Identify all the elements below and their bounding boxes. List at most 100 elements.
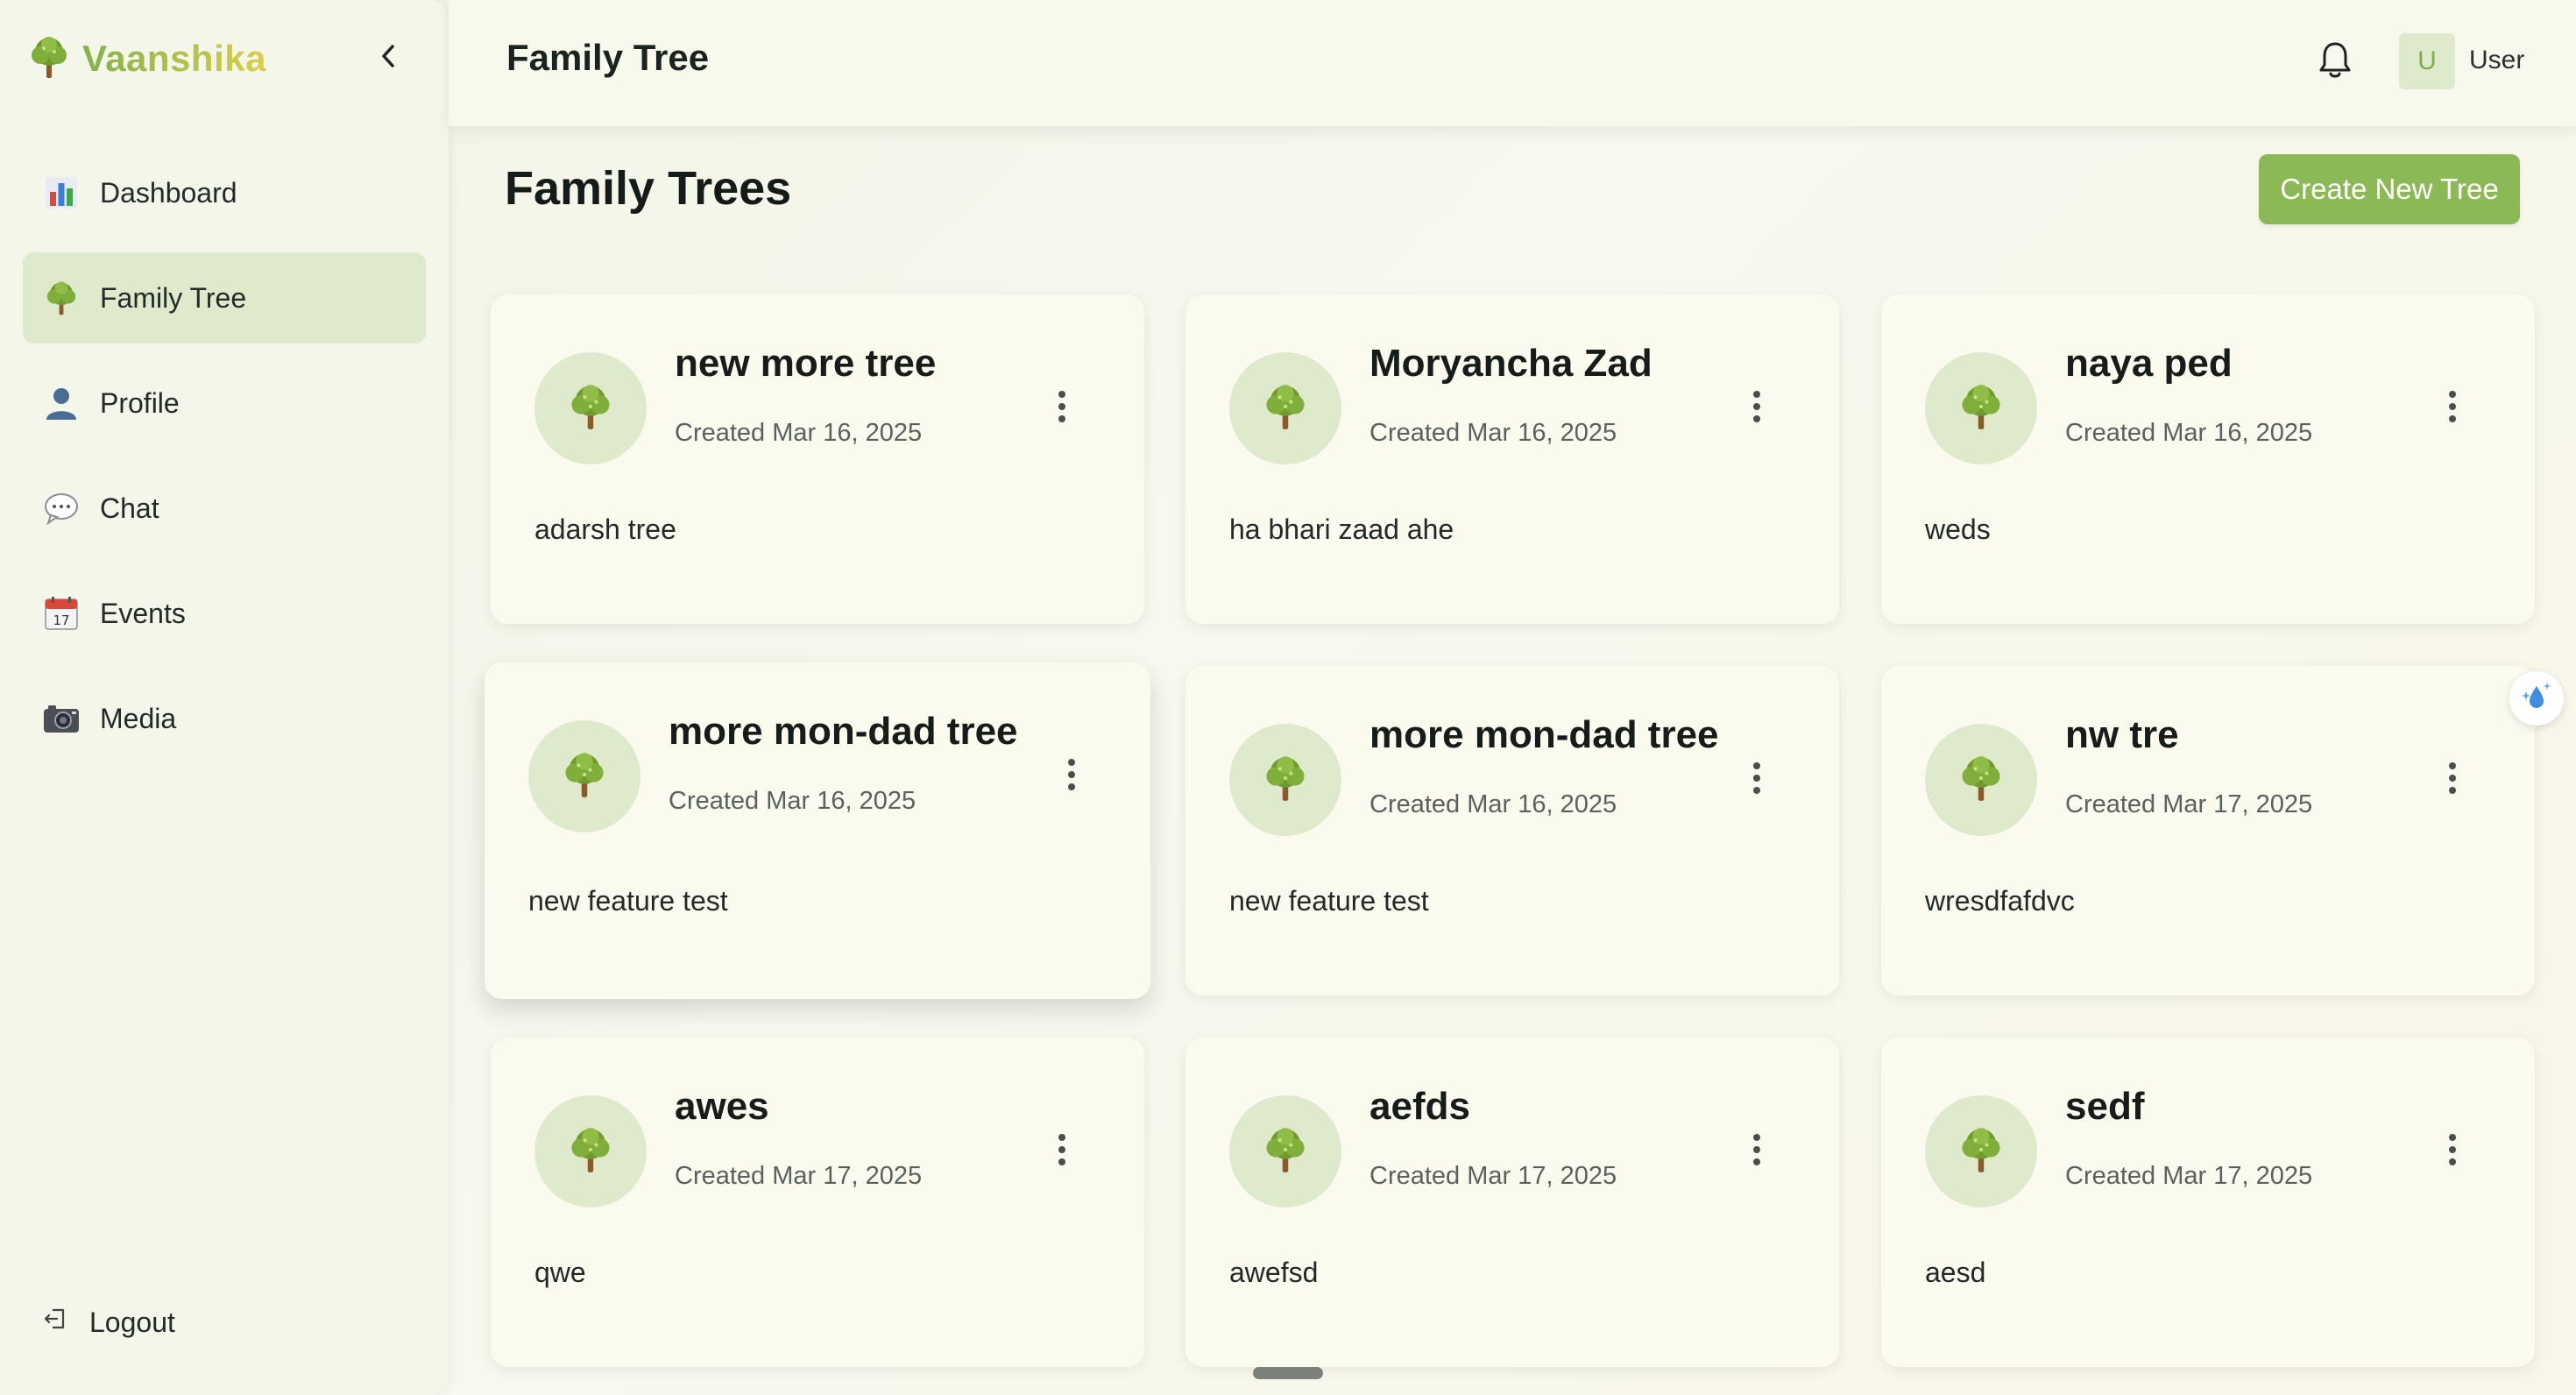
sidebar: Vaanshika Dashboard Family Tree Profile … (0, 0, 449, 1395)
tree-name: aefds (1369, 1085, 1470, 1128)
sidebar-item-label: Family Tree (100, 281, 247, 314)
tree-avatar (1229, 352, 1341, 464)
tree-name: new more tree (675, 342, 937, 385)
kebab-menu-icon (1752, 1132, 1762, 1172)
tree-name: more mon-dad tree (1369, 713, 1719, 756)
bar-chart-icon (42, 173, 81, 212)
tree-description: wresdfafdvc (1925, 885, 2075, 917)
more-options-button[interactable] (1051, 384, 1072, 433)
sidebar-item-label: Events (100, 597, 186, 629)
tree-card[interactable]: new more tree Created Mar 16, 2025 adars… (491, 294, 1144, 624)
tree-icon (568, 382, 613, 435)
tree-name: naya ped (2065, 342, 2233, 385)
tree-description: adarsh tree (534, 513, 676, 545)
sidebar-item-chat[interactable]: Chat (23, 463, 426, 554)
tree-created-date: Created Mar 17, 2025 (675, 1162, 923, 1190)
tree-icon (1263, 1125, 1308, 1179)
tree-description: ha bhari zaad ahe (1229, 513, 1454, 545)
tree-icon (1958, 1125, 2004, 1179)
create-new-tree-button[interactable]: Create New Tree (2259, 154, 2520, 224)
kebab-menu-icon (1057, 1132, 1067, 1172)
scrollbar-handle[interactable] (1253, 1367, 1323, 1379)
tree-description: qwe (534, 1257, 586, 1288)
more-options-button[interactable] (2442, 755, 2463, 804)
sidebar-item-dashboard[interactable]: Dashboard (23, 147, 426, 238)
tree-logo-icon (28, 34, 70, 84)
tree-card[interactable]: naya ped Created Mar 16, 2025 weds (1881, 294, 2535, 624)
sidebar-item-family-tree[interactable]: Family Tree (23, 252, 426, 343)
sidebar-item-label: Dashboard (100, 176, 237, 209)
user-name[interactable]: User (2469, 46, 2524, 75)
brand-logo[interactable]: Vaanshika (28, 33, 266, 84)
tree-avatar (1925, 352, 2037, 464)
kebab-menu-icon (2447, 1132, 2458, 1172)
brand-name: Vaanshika (82, 38, 266, 79)
camera-icon (42, 699, 81, 738)
sparkle-drop-icon (2519, 679, 2554, 719)
sidebar-item-media[interactable]: Media (23, 673, 426, 764)
sidebar-item-profile[interactable]: Profile (23, 358, 426, 449)
kebab-menu-icon (1066, 757, 1077, 797)
tree-description: awefsd (1229, 1257, 1319, 1288)
tree-card[interactable]: sedf Created Mar 17, 2025 aesd (1881, 1037, 2535, 1367)
tree-created-date: Created Mar 16, 2025 (2065, 419, 2313, 447)
notifications-button[interactable] (2313, 39, 2357, 86)
tree-name: sedf (2065, 1085, 2145, 1128)
section-heading: Family Trees (505, 162, 792, 215)
bell-icon (2318, 40, 2353, 85)
tree-created-date: Created Mar 16, 2025 (1369, 790, 1617, 818)
tree-card[interactable]: Moryancha Zad Created Mar 16, 2025 ha bh… (1185, 294, 1839, 624)
tree-created-date: Created Mar 17, 2025 (1369, 1162, 1617, 1190)
tree-avatar (1925, 1095, 2037, 1207)
more-options-button[interactable] (1746, 755, 1767, 804)
tree-name: awes (675, 1085, 769, 1128)
tree-name: Moryancha Zad (1369, 342, 1652, 385)
tree-avatar (534, 1095, 647, 1207)
kebab-menu-icon (2447, 389, 2458, 428)
logout-button[interactable]: Logout (42, 1293, 175, 1351)
tree-created-date: Created Mar 17, 2025 (2065, 790, 2313, 818)
tree-avatar (1925, 724, 2037, 836)
tree-icon (562, 750, 607, 804)
logout-icon (42, 1306, 68, 1339)
kebab-menu-icon (1057, 389, 1067, 428)
tree-created-date: Created Mar 16, 2025 (669, 787, 916, 815)
tree-description: new feature test (1229, 885, 1429, 917)
sidebar-item-label: Chat (100, 492, 159, 524)
sidebar-item-events[interactable]: 17 Events (23, 568, 426, 659)
speech-bubble-icon (42, 489, 81, 528)
tree-description: aesd (1925, 1257, 1986, 1288)
svg-text:17: 17 (53, 613, 69, 628)
kebab-menu-icon (1752, 761, 1762, 800)
tree-avatar (534, 352, 647, 464)
tree-avatar (1229, 1095, 1341, 1207)
more-options-button[interactable] (2442, 384, 2463, 433)
kebab-menu-icon (2447, 761, 2458, 800)
tree-card[interactable]: more mon-dad tree Created Mar 16, 2025 n… (485, 662, 1150, 999)
more-options-button[interactable] (1051, 1127, 1072, 1176)
tree-icon (1958, 382, 2004, 435)
tree-card[interactable]: nw tre Created Mar 17, 2025 wresdfafdvc (1881, 666, 2535, 995)
tree-icon (568, 1125, 613, 1179)
assistant-button[interactable] (2509, 671, 2564, 726)
page-title: Family Tree (506, 37, 710, 78)
tree-description: new feature test (528, 885, 728, 917)
avatar[interactable]: U (2399, 33, 2455, 89)
more-options-button[interactable] (1746, 384, 1767, 433)
tree-icon (42, 279, 81, 317)
tree-card[interactable]: more mon-dad tree Created Mar 16, 2025 n… (1185, 666, 1839, 995)
more-options-button[interactable] (1061, 752, 1082, 801)
sidebar-item-label: Media (100, 702, 177, 734)
more-options-button[interactable] (2442, 1127, 2463, 1176)
tree-created-date: Created Mar 17, 2025 (2065, 1162, 2313, 1190)
sidebar-nav: Dashboard Family Tree Profile Chat 17 Ev… (23, 147, 426, 778)
tree-avatar (528, 720, 640, 832)
collapse-sidebar-button[interactable] (372, 39, 405, 77)
tree-icon (1263, 754, 1308, 807)
tree-card[interactable]: awes Created Mar 17, 2025 qwe (491, 1037, 1144, 1367)
tree-card[interactable]: aefds Created Mar 17, 2025 awefsd (1185, 1037, 1839, 1367)
tree-created-date: Created Mar 16, 2025 (1369, 419, 1617, 447)
tree-description: weds (1925, 513, 1991, 545)
tree-avatar (1229, 724, 1341, 836)
more-options-button[interactable] (1746, 1127, 1767, 1176)
